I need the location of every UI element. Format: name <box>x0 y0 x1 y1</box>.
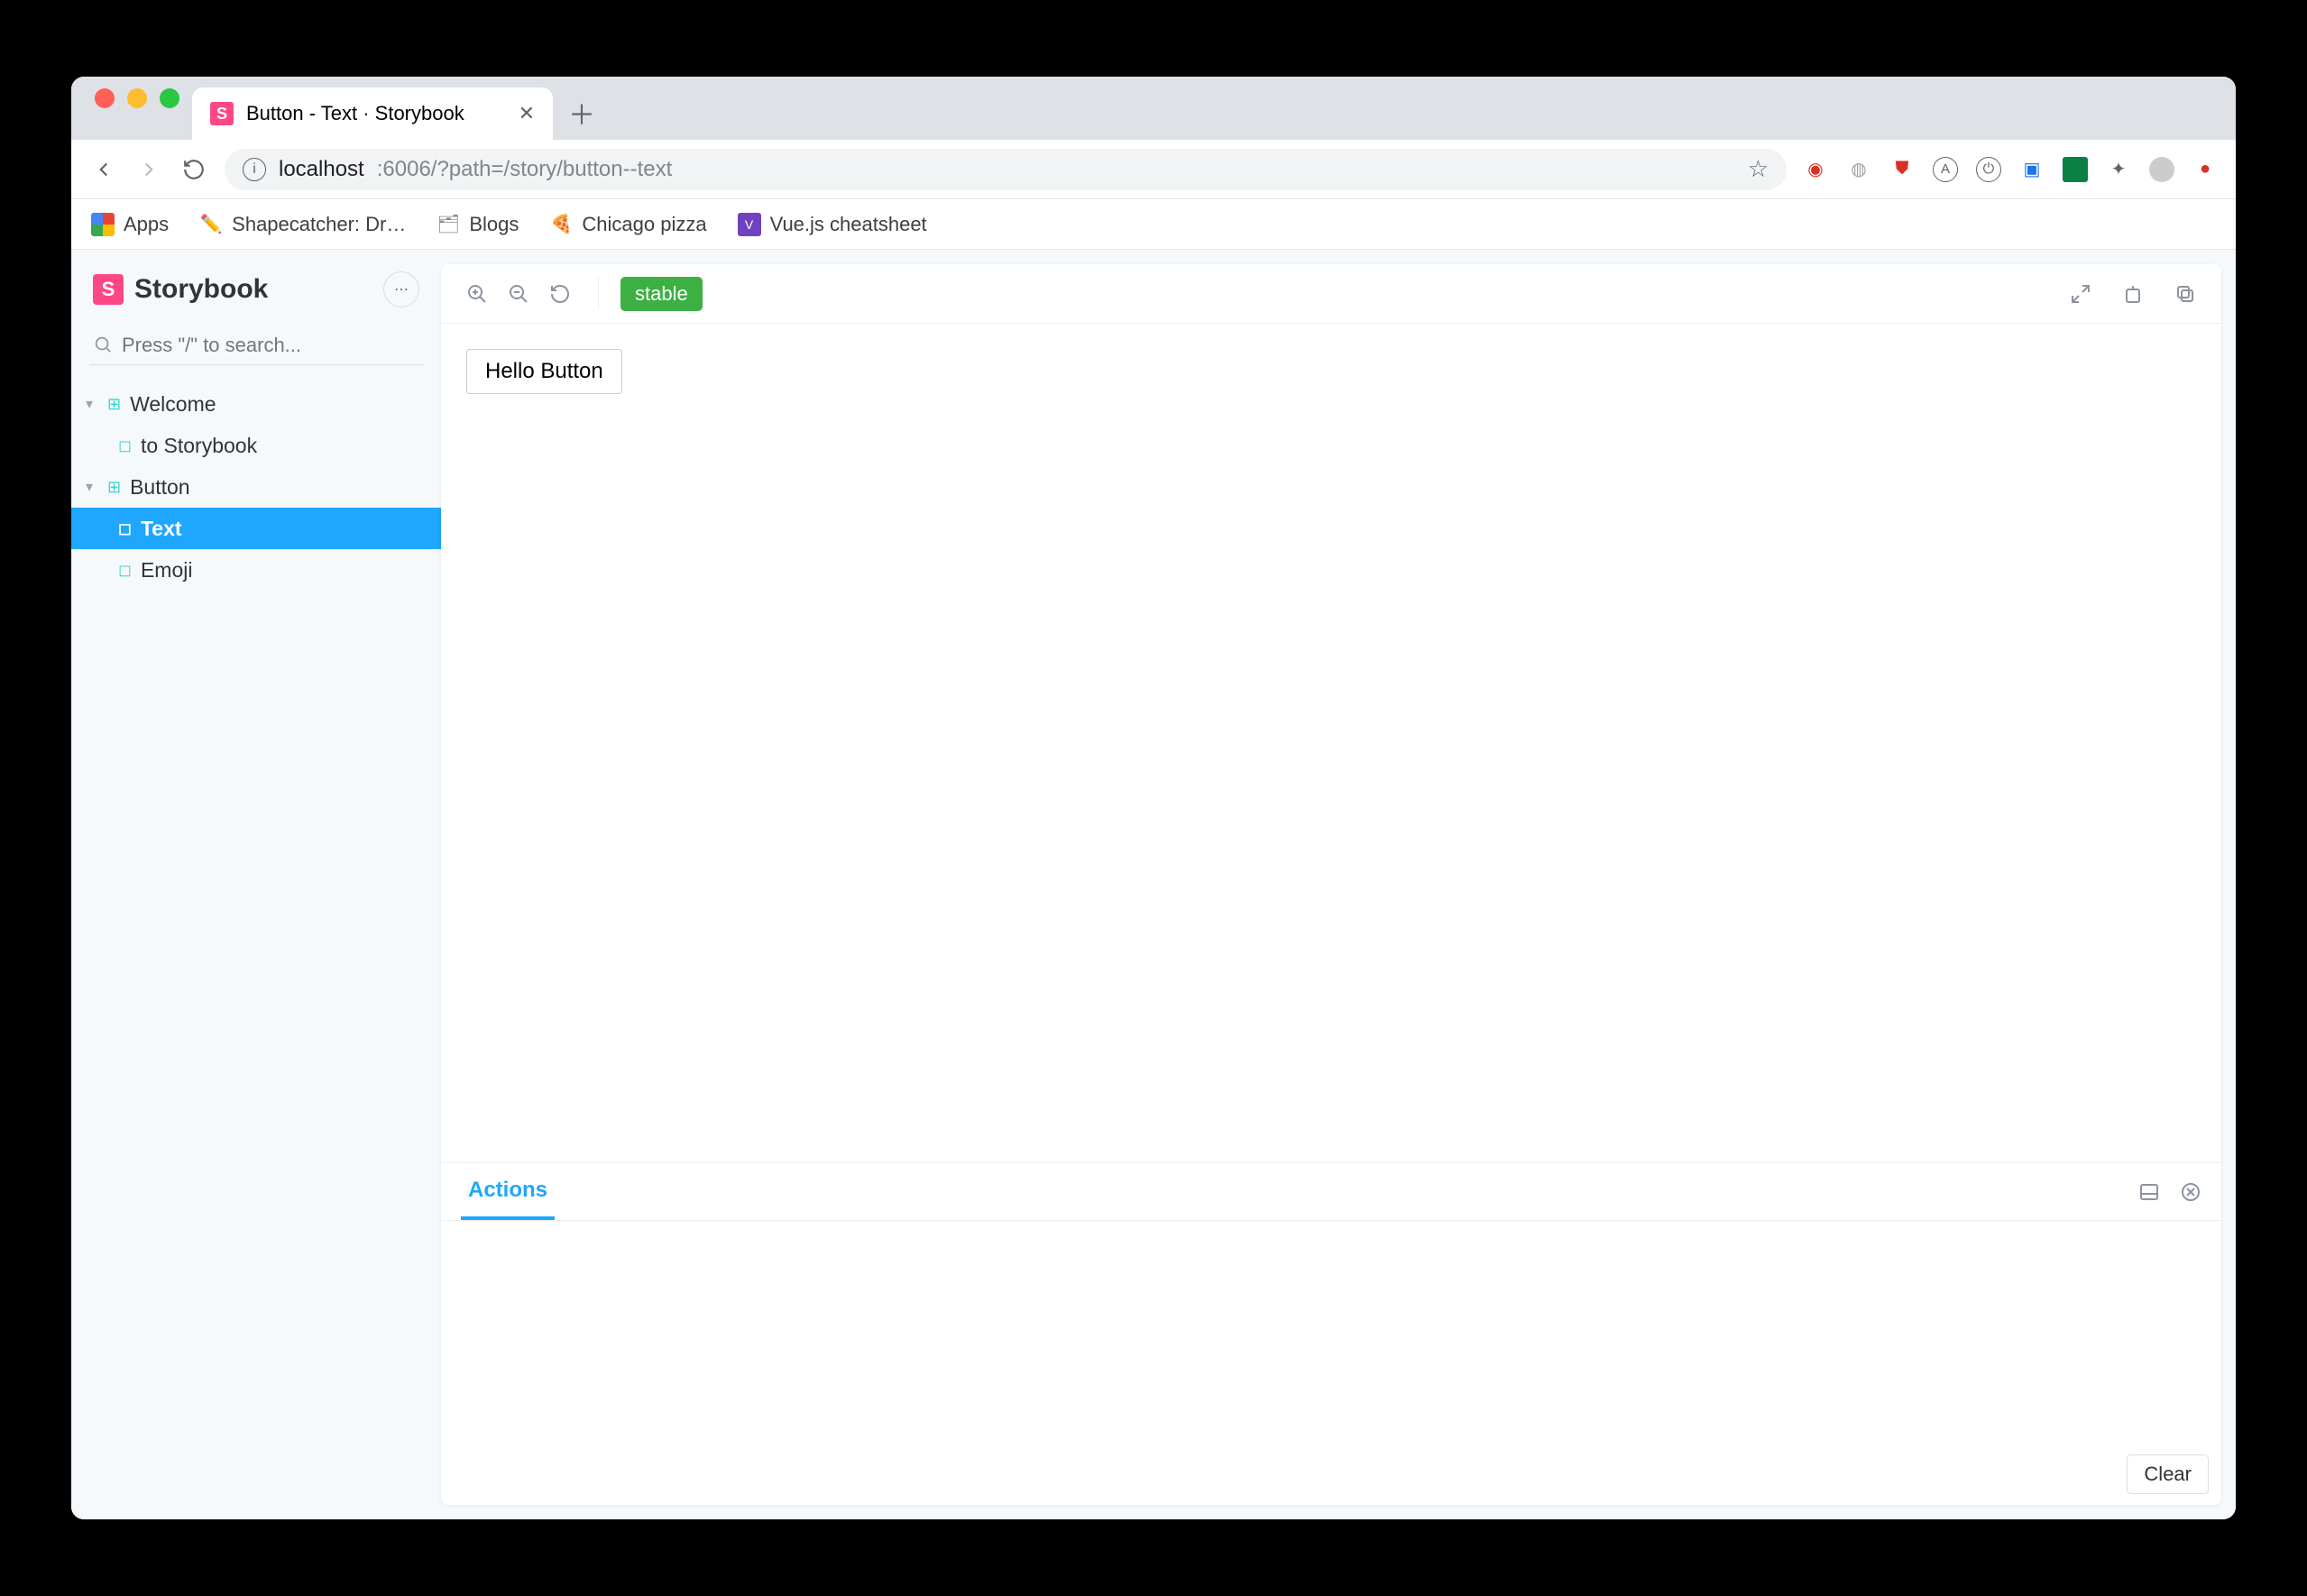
bookmark-outline-icon: ◻ <box>118 561 132 580</box>
pizza-icon: 🍕 <box>549 213 573 236</box>
component-icon: ⊞ <box>107 395 121 414</box>
story-label: Text <box>141 517 182 541</box>
toolbar-separator <box>598 278 599 310</box>
forward-button[interactable] <box>134 155 163 184</box>
extension-icon-3[interactable]: ⛊ <box>1889 157 1915 182</box>
extension-icon-5[interactable]: ⏻ <box>1976 157 2001 182</box>
apps-grid-icon <box>91 213 115 236</box>
bookmarks-bar: Apps ✏️ Shapecatcher: Dr… 🗂 Blogs 🍕 Chic… <box>71 199 2236 250</box>
zoom-window-button[interactable] <box>160 88 179 108</box>
bookmark-outline-icon: ◻ <box>118 519 132 538</box>
url-host: localhost <box>279 157 364 182</box>
zoom-out-button[interactable] <box>502 278 535 310</box>
status-badge: stable <box>620 277 703 311</box>
tree-group-button[interactable]: ▾ ⊞ Button <box>71 466 441 508</box>
tree-story-to-storybook[interactable]: ◻ to Storybook <box>71 425 441 466</box>
caret-down-icon: ▾ <box>86 478 98 496</box>
addon-panel: Actions Clear <box>441 1162 2221 1505</box>
story-tree: ▾ ⊞ Welcome ◻ to Storybook ▾ ⊞ Button ◻ … <box>71 378 441 591</box>
tab-title: Button - Text · Storybook <box>246 102 464 125</box>
bookmark-apps[interactable]: Apps <box>91 213 169 236</box>
story-label: Emoji <box>141 558 193 582</box>
browser-tab[interactable]: S Button - Text · Storybook ✕ <box>192 87 553 140</box>
bookmark-label: Blogs <box>469 213 519 236</box>
main-panel: stable Hello Button <box>441 264 2221 1505</box>
tree-story-text[interactable]: ◻ Text <box>71 508 441 549</box>
bookmark-label: Shapecatcher: Dr… <box>232 213 406 236</box>
extension-icon-2[interactable]: ◍ <box>1846 157 1871 182</box>
open-isolated-button[interactable] <box>2117 278 2149 310</box>
hello-button[interactable]: Hello Button <box>466 349 622 394</box>
bookmark-label: Chicago pizza <box>582 213 706 236</box>
tab-actions[interactable]: Actions <box>461 1163 555 1220</box>
extension-icon-1[interactable]: ◉ <box>1803 157 1828 182</box>
story-canvas: Hello Button <box>441 324 2221 1162</box>
bookmark-label: Apps <box>124 213 169 236</box>
bookmark-label: Vue.js cheatsheet <box>770 213 927 236</box>
address-bar: i localhost :6006/?path=/story/button--te… <box>71 140 2236 199</box>
bookmark-shapecatcher[interactable]: ✏️ Shapecatcher: Dr… <box>199 213 406 236</box>
panel-close-icon[interactable] <box>2180 1181 2201 1203</box>
tree-group-welcome[interactable]: ▾ ⊞ Welcome <box>71 383 441 425</box>
brand-label: Storybook <box>134 274 268 305</box>
close-tab-button[interactable]: ✕ <box>519 102 535 125</box>
component-icon: ⊞ <box>107 478 121 497</box>
actions-panel-body: Clear <box>441 1221 2221 1505</box>
tree-story-emoji[interactable]: ◻ Emoji <box>71 549 441 591</box>
sidebar-menu-button[interactable]: ⋯ <box>383 271 419 307</box>
search-input[interactable] <box>89 326 423 365</box>
browser-window: S Button - Text · Storybook ✕ ＋ i localh… <box>71 77 2236 1519</box>
folder-icon: 🗂 <box>437 213 460 236</box>
bookmark-blogs[interactable]: 🗂 Blogs <box>437 213 519 236</box>
site-info-icon[interactable]: i <box>243 158 266 181</box>
minimize-window-button[interactable] <box>127 88 147 108</box>
storybook-favicon-icon: S <box>210 102 234 125</box>
caret-down-icon: ▾ <box>86 395 98 413</box>
bookmark-star-icon[interactable]: ☆ <box>1748 155 1769 183</box>
storybook-mark-icon: S <box>93 274 124 305</box>
group-label: Welcome <box>130 392 216 417</box>
extensions-menu-icon[interactable]: ✦ <box>2106 157 2131 182</box>
extension-icon-8[interactable]: ● <box>2192 157 2218 182</box>
search-icon <box>93 335 113 354</box>
zoom-reset-button[interactable] <box>544 278 576 310</box>
new-tab-button[interactable]: ＋ <box>562 93 602 133</box>
sidebar: S Storybook ⋯ ▾ ⊞ Welcome ◻ to <box>71 250 441 1519</box>
extension-icon-6[interactable]: ▣ <box>2019 157 2045 182</box>
storybook-app: S Storybook ⋯ ▾ ⊞ Welcome ◻ to <box>71 250 2236 1519</box>
vue-icon: V <box>738 213 761 236</box>
canvas-toolbar: stable <box>441 264 2221 324</box>
bookmark-outline-icon: ◻ <box>118 436 132 455</box>
url-input[interactable]: i localhost :6006/?path=/story/button--te… <box>225 149 1787 190</box>
tab-strip: S Button - Text · Storybook ✕ ＋ <box>71 77 2236 140</box>
window-controls <box>86 88 192 128</box>
url-path: :6006/?path=/story/button--text <box>377 157 673 182</box>
fullscreen-button[interactable] <box>2064 278 2097 310</box>
bookmark-vue[interactable]: V Vue.js cheatsheet <box>738 213 927 236</box>
shapecatcher-icon: ✏️ <box>199 213 223 236</box>
zoom-in-button[interactable] <box>461 278 493 310</box>
story-label: to Storybook <box>141 434 257 458</box>
addon-panel-tabs: Actions <box>441 1163 2221 1221</box>
extension-icons: ◉ ◍ ⛊ A ⏻ ▣ ✦ ● <box>1803 157 2218 182</box>
copy-link-button[interactable] <box>2169 278 2201 310</box>
sidebar-header: S Storybook ⋯ <box>71 250 441 320</box>
close-window-button[interactable] <box>95 88 115 108</box>
profile-avatar-icon[interactable] <box>2149 157 2174 182</box>
back-button[interactable] <box>89 155 118 184</box>
storybook-logo[interactable]: S Storybook <box>93 274 268 305</box>
clear-button[interactable]: Clear <box>2127 1454 2209 1494</box>
extension-icon-7[interactable] <box>2063 157 2088 182</box>
reload-button[interactable] <box>179 155 208 184</box>
group-label: Button <box>130 475 190 500</box>
extension-icon-4[interactable]: A <box>1933 157 1958 182</box>
sidebar-search <box>89 326 423 365</box>
panel-position-icon[interactable] <box>2138 1181 2160 1203</box>
bookmark-chicago-pizza[interactable]: 🍕 Chicago pizza <box>549 213 706 236</box>
